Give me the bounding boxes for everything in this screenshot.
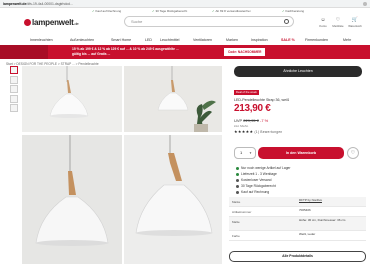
chevron-down-icon: ▼ <box>249 151 252 155</box>
url-path: /dfs-19-4s4-00001-dsgtrhdcd... <box>26 2 73 6</box>
quantity-select[interactable]: 1 ▼ <box>234 147 256 159</box>
info-item: 30 Tage Rückgaberecht <box>152 8 188 15</box>
usp-item: Kostenloser Versand <box>236 178 271 182</box>
usp-item: 30 Tage Rückgaberecht <box>236 184 276 188</box>
extension-icon[interactable] <box>363 2 367 6</box>
nav-item[interactable]: Ventilatoren <box>193 38 212 42</box>
brand-link[interactable]: DFTP by Nordlux <box>299 198 322 203</box>
similar-lights-button[interactable]: Ähnliche Leuchten <box>234 66 362 77</box>
review-count[interactable]: (1) Bewertungen <box>254 130 282 134</box>
product-image-3[interactable] <box>22 135 122 264</box>
nav-item[interactable]: Smart Home <box>111 38 131 42</box>
wishlist-label: Merkliste <box>332 24 344 28</box>
rating[interactable]: ★★★★★(1) Bewertungen <box>234 129 283 134</box>
thumbnail-list <box>10 66 20 114</box>
product-name: LED-Pendelleuchte Strap 36, weiß <box>234 98 290 102</box>
nav-item[interactable]: Marken <box>226 38 238 42</box>
cart-icon: 🛒 <box>351 17 359 23</box>
info-item: Kauf auf Rechnung <box>92 8 122 15</box>
promo-code[interactable]: Code: NACHSOMMER <box>224 48 266 56</box>
nav-item[interactable]: Inspiration <box>251 38 268 42</box>
wishlist-button[interactable]: ♡ Merkliste <box>331 17 345 28</box>
spec-row: Artikelnummer 7005406 <box>229 207 366 217</box>
promo-accent <box>0 45 48 59</box>
product-image-2[interactable] <box>124 66 222 132</box>
heart-icon: ♡ <box>335 17 341 23</box>
status-dot <box>236 166 239 170</box>
shipping-icon <box>236 178 239 182</box>
spec-row: Maße Höhe: 30 cm, Durchmesser: 36 cm <box>229 217 366 231</box>
logo-mark[interactable] <box>24 19 31 26</box>
nav-sale[interactable]: SALE % <box>281 38 295 42</box>
invoice-icon <box>236 190 239 194</box>
wishlist-heart-button[interactable]: ♡ <box>347 147 359 159</box>
user-icon: ☺ <box>320 17 326 23</box>
search-icon[interactable] <box>284 19 289 24</box>
thumbnail[interactable] <box>10 85 18 93</box>
cart-button[interactable]: 🛒 Warenkorb <box>348 17 362 28</box>
info-item: Ab 69 € versandkostenfrei <box>212 8 251 15</box>
nav-item[interactable]: Innenleuchten <box>30 38 53 42</box>
info-strip: Kauf auf Rechnung 30 Tage Rückgaberecht … <box>0 8 370 15</box>
product-image-4[interactable] <box>124 135 222 264</box>
logo[interactable]: lampenwelt.de <box>32 18 79 27</box>
thumbnail[interactable] <box>10 94 18 103</box>
url-host: lampenwelt.de <box>3 2 27 6</box>
return-icon <box>236 184 239 188</box>
uvp-price: UVP 229,95 € -7 % <box>234 118 269 123</box>
nav-item[interactable]: Mehr <box>343 38 351 42</box>
account-label: Konto <box>319 24 327 28</box>
account-button[interactable]: ☺ Konto <box>316 17 330 28</box>
nav-item[interactable]: LED <box>145 38 152 42</box>
status-dot <box>236 172 239 176</box>
add-to-cart-button[interactable]: In den Warenkorb <box>258 147 344 159</box>
spec-table: Marke DFTP by Nordlux Artikelnummer 700540… <box>229 197 366 241</box>
usp-item: Lieferzeit 1 - 3 Werktage <box>236 172 277 176</box>
cart-label: Warenkorb <box>348 24 362 28</box>
promo-text: 15 % ab 199 € & 12 % ab 129 € auf ... & … <box>72 46 179 56</box>
spec-row: Farbe Weiß, Leder <box>229 231 366 241</box>
usp-item: Nur noch wenige Artikel auf Lager <box>236 166 290 170</box>
usp-item: Kauf auf Rechnung <box>236 190 269 194</box>
product-image-1[interactable] <box>22 66 122 132</box>
nav-item[interactable]: Firmenkunden <box>305 38 328 42</box>
star-icons: ★★★★★ <box>234 129 254 134</box>
nav-item[interactable]: Leuchtmittel <box>160 38 179 42</box>
deal-badge: Deal of the week <box>234 90 259 95</box>
thumbnail[interactable] <box>10 75 18 84</box>
all-details-button[interactable]: Alle Produktdetails <box>229 251 366 262</box>
search-placeholder: Suche <box>131 19 143 24</box>
main-nav: Innenleuchten Außenleuchten Smart Home L… <box>0 36 370 45</box>
thumbnail[interactable] <box>10 104 18 112</box>
address-bar[interactable]: lampenwelt.de/dfs-19-4s4-00001-dsgtrhdcd… <box>0 0 370 8</box>
heart-icon: ♡ <box>350 150 356 156</box>
promo-banner[interactable]: 15 % ab 199 € & 12 % ab 129 € auf ... & … <box>0 45 370 59</box>
nav-item[interactable]: Außenleuchten <box>70 38 94 42</box>
search-input[interactable]: Suche <box>124 16 294 27</box>
product-price: 213,90 € <box>234 103 271 114</box>
thumbnail[interactable] <box>10 66 18 74</box>
spec-row: Marke DFTP by Nordlux <box>229 197 366 207</box>
info-item: Fachberatung <box>282 8 305 15</box>
vat-note: inkl. MwSt. <box>234 124 249 128</box>
